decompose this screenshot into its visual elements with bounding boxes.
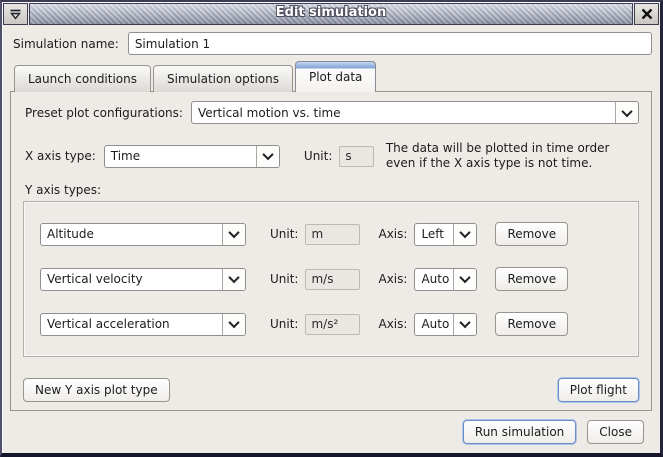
close-button[interactable]: Close	[587, 420, 644, 444]
y-axis-row-1: Altitude Unit: m Axis: Left Remove	[40, 222, 622, 246]
axis-combobox-3[interactable]: Auto	[414, 313, 477, 336]
y-axis-types-label: Y axis types:	[25, 183, 639, 197]
unit-field-2: m/s	[305, 269, 360, 290]
y-axis-row-3: Vertical acceleration Unit: m/s² Axis: A…	[40, 312, 622, 336]
tab-bar: Launch conditions Simulation options Plo…	[14, 61, 652, 92]
chevron-down-icon	[222, 224, 245, 245]
tab-plot-data[interactable]: Plot data	[295, 61, 376, 92]
chevron-down-icon	[453, 269, 476, 290]
edit-simulation-dialog: Edit simulation Simulation name: Launch …	[0, 0, 663, 457]
y-axis-type-combobox-3[interactable]: Vertical acceleration	[40, 313, 246, 336]
x-axis-unit-field: s	[339, 146, 373, 167]
simulation-name-label: Simulation name:	[13, 37, 119, 51]
axis-value-3: Auto	[415, 314, 453, 335]
panel-bottom-row: New Y axis plot type Plot flight	[23, 378, 639, 402]
x-axis-type-value: Time	[105, 146, 256, 167]
chevron-down-icon	[256, 146, 279, 167]
chevron-down-icon	[453, 224, 476, 245]
x-axis-label: X axis type:	[25, 149, 96, 163]
unit-field-3: m/s²	[305, 314, 360, 335]
y-axis-groupbox: Altitude Unit: m Axis: Left Remove Verti…	[23, 201, 639, 357]
y-axis-type-combobox-1[interactable]: Altitude	[40, 223, 246, 246]
y-axis-type-value-3: Vertical acceleration	[41, 314, 222, 335]
dialog-content: Simulation name: Launch conditions Simul…	[2, 25, 660, 444]
axis-combobox-2[interactable]: Auto	[414, 268, 477, 291]
y-axis-type-value-1: Altitude	[41, 224, 222, 245]
y-axis-type-combobox-2[interactable]: Vertical velocity	[40, 268, 246, 291]
plot-flight-button[interactable]: Plot flight	[558, 378, 639, 402]
chevron-down-icon	[453, 314, 476, 335]
axis-value-2: Auto	[415, 269, 453, 290]
chevron-down-icon	[615, 102, 638, 123]
unit-label: Unit:	[270, 227, 298, 241]
x-axis-note: The data will be plotted in time order e…	[386, 141, 639, 171]
remove-button-1[interactable]: Remove	[495, 222, 568, 246]
simulation-name-row: Simulation name:	[10, 32, 652, 55]
titlebar-hatch[interactable]	[29, 3, 633, 25]
unit-label: Unit:	[270, 317, 298, 331]
unit-label: Unit:	[270, 272, 298, 286]
remove-button-3[interactable]: Remove	[495, 312, 568, 336]
tab-simulation-options[interactable]: Simulation options	[153, 65, 293, 92]
preset-row: Preset plot configurations: Vertical mot…	[23, 101, 639, 124]
axis-value-1: Left	[415, 224, 453, 245]
close-icon	[641, 8, 653, 20]
axis-label: Axis:	[378, 317, 407, 331]
chevron-down-icon	[222, 314, 245, 335]
axis-combobox-1[interactable]: Left	[414, 223, 477, 246]
titlebar: Edit simulation	[3, 3, 659, 25]
axis-label: Axis:	[378, 227, 407, 241]
axis-label: Axis:	[378, 272, 407, 286]
simulation-name-input[interactable]	[128, 32, 652, 55]
window-menu-icon	[9, 9, 22, 20]
preset-combobox-value: Vertical motion vs. time	[192, 102, 615, 123]
remove-button-2[interactable]: Remove	[495, 267, 568, 291]
y-axis-row-2: Vertical velocity Unit: m/s Axis: Auto R…	[40, 267, 622, 291]
y-axis-type-value-2: Vertical velocity	[41, 269, 222, 290]
preset-label: Preset plot configurations:	[25, 106, 183, 120]
chevron-down-icon	[222, 269, 245, 290]
window-menu-button[interactable]	[3, 3, 28, 25]
footer-row: Run simulation Close	[10, 411, 652, 444]
tab-launch-conditions[interactable]: Launch conditions	[14, 65, 151, 92]
x-axis-row: X axis type: Time Unit: s The data will …	[23, 141, 639, 171]
new-y-axis-plot-type-button[interactable]: New Y axis plot type	[23, 378, 170, 402]
preset-combobox[interactable]: Vertical motion vs. time	[191, 101, 639, 124]
x-axis-type-combobox[interactable]: Time	[104, 145, 280, 168]
unit-field-1: m	[305, 224, 360, 245]
run-simulation-button[interactable]: Run simulation	[463, 420, 576, 444]
plot-data-panel: Preset plot configurations: Vertical mot…	[10, 91, 652, 411]
close-window-button[interactable]	[634, 3, 659, 25]
x-axis-unit-label: Unit:	[304, 149, 332, 163]
